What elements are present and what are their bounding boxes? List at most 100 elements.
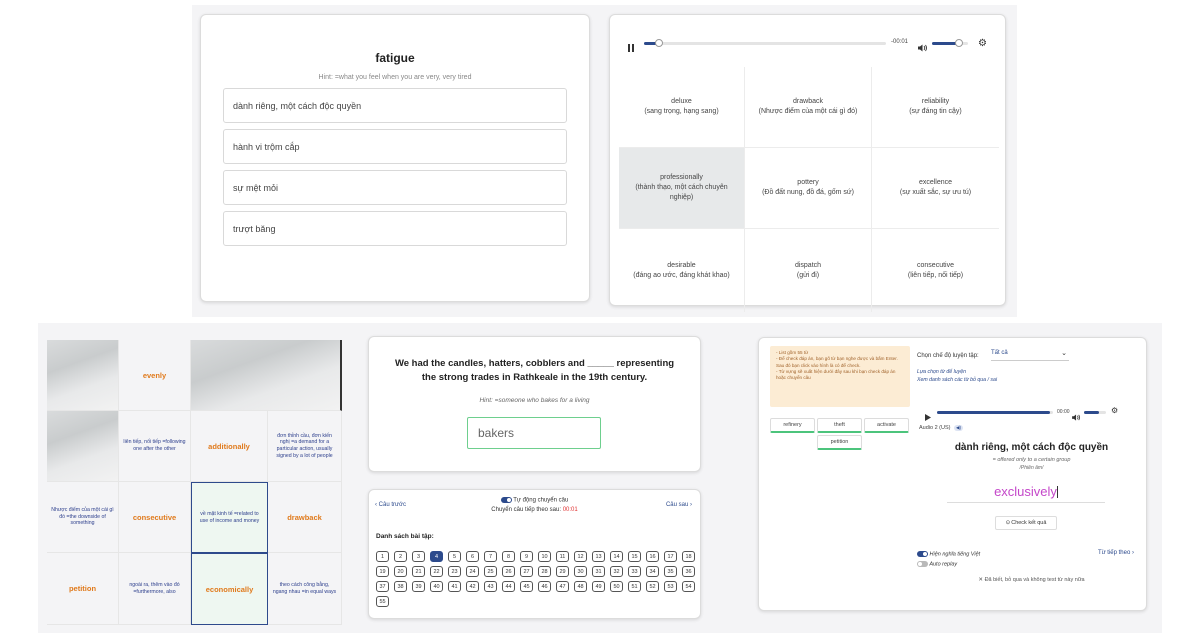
exercise-number-button[interactable]: 53 <box>664 581 677 592</box>
exercise-number-button[interactable]: 5 <box>448 551 461 562</box>
exercise-number-button[interactable]: 7 <box>484 551 497 562</box>
vocab-cell[interactable]: desirable (đáng ao ước, đáng khát khao) <box>619 229 745 312</box>
exercise-number-button[interactable]: 34 <box>646 566 659 577</box>
vocab-cell[interactable]: reliability (sự đáng tin cậy) <box>872 67 999 148</box>
exercise-number-button[interactable]: 37 <box>376 581 389 592</box>
seek-knob[interactable] <box>654 39 663 47</box>
auto-next-toggle[interactable] <box>500 497 512 503</box>
exercise-number-button[interactable]: 52 <box>646 581 659 592</box>
exercise-number-button[interactable]: 10 <box>538 551 551 562</box>
exercise-number-button[interactable]: 40 <box>430 581 443 592</box>
exercise-number-button[interactable]: 32 <box>610 566 623 577</box>
image-tile[interactable] <box>191 340 342 411</box>
exercise-number-button[interactable]: 42 <box>466 581 479 592</box>
match-definition[interactable]: đơn thỉnh cầu, đơn kiến nghị =a demand f… <box>268 411 342 482</box>
exercise-number-button[interactable]: 50 <box>610 581 623 592</box>
exercise-number-button[interactable]: 20 <box>394 566 407 577</box>
exercise-number-button[interactable]: 47 <box>556 581 569 592</box>
audio-seek-bar[interactable] <box>937 411 1053 414</box>
image-tile[interactable] <box>47 340 119 411</box>
exercise-number-button[interactable]: 6 <box>466 551 479 562</box>
audio-volume-bar[interactable] <box>1084 411 1106 414</box>
show-vn-toggle[interactable] <box>917 551 928 557</box>
match-word-additionally[interactable]: additionally <box>191 411 268 482</box>
answer-option-4[interactable]: trượt băng <box>223 211 567 246</box>
answer-input[interactable]: bakers <box>467 417 601 449</box>
exercise-number-button[interactable]: 3 <box>412 551 425 562</box>
match-word-consecutive[interactable]: consecutive <box>119 482 191 553</box>
exercise-number-button[interactable]: 13 <box>592 551 605 562</box>
settings-gear-icon[interactable]: ⚙ <box>1111 406 1118 415</box>
exercise-number-button[interactable]: 38 <box>394 581 407 592</box>
next-word-link[interactable]: Từ tiếp theo › <box>1098 550 1134 556</box>
next-button[interactable]: Câu sau › <box>666 502 692 508</box>
exercise-number-button[interactable]: 25 <box>484 566 497 577</box>
exercise-number-button[interactable]: 43 <box>484 581 497 592</box>
answer-option-1[interactable]: dành riêng, một cách độc quyền <box>223 88 567 123</box>
exercise-number-button[interactable]: 33 <box>628 566 641 577</box>
exercise-number-button[interactable]: 49 <box>592 581 605 592</box>
vocab-cell[interactable]: excellence (sự xuất sắc, sự ưu tú) <box>872 148 999 229</box>
volume-icon[interactable] <box>918 39 928 57</box>
auto-replay-toggle[interactable] <box>917 561 928 567</box>
choose-words-link[interactable]: Lựa chọn từ để luyện <box>917 369 966 375</box>
exercise-number-button[interactable]: 23 <box>448 566 461 577</box>
volume-bar[interactable] <box>932 39 968 47</box>
play-icon[interactable] <box>925 408 931 426</box>
exercise-number-button[interactable]: 17 <box>664 551 677 562</box>
exercise-number-button[interactable]: 26 <box>502 566 515 577</box>
vocab-cell[interactable]: consecutive (liên tiếp, nối tiếp) <box>872 229 999 312</box>
image-tile[interactable] <box>47 411 119 482</box>
settings-gear-icon[interactable]: ⚙ <box>978 38 987 49</box>
exercise-number-button[interactable]: 15 <box>628 551 641 562</box>
exercise-number-button[interactable]: 46 <box>538 581 551 592</box>
volume-knob[interactable] <box>955 39 963 47</box>
exercise-number-button[interactable]: 1 <box>376 551 389 562</box>
vocab-cell[interactable]: dispatch (gửi đi) <box>745 229 872 312</box>
exercise-number-button[interactable]: 2 <box>394 551 407 562</box>
word-chip[interactable]: theft <box>817 418 862 433</box>
exercise-number-button[interactable]: 18 <box>682 551 695 562</box>
vocab-cell[interactable]: pottery (Đồ đất nung, đồ đá, gốm sứ) <box>745 148 872 229</box>
exercise-number-button[interactable]: 51 <box>628 581 641 592</box>
exercise-number-button[interactable]: 48 <box>574 581 587 592</box>
word-chip[interactable]: refinery <box>770 418 815 433</box>
exercise-number-button[interactable]: 22 <box>430 566 443 577</box>
check-result-button[interactable]: ⊙ Check kết quả <box>995 516 1057 530</box>
exercise-number-button[interactable]: 24 <box>466 566 479 577</box>
answer-input[interactable]: exclusively <box>947 483 1105 503</box>
match-definition[interactable]: ngoài ra, thêm vào đó =furthermore, also <box>119 553 191 625</box>
exercise-number-button[interactable]: 12 <box>574 551 587 562</box>
exercise-number-button[interactable]: 9 <box>520 551 533 562</box>
speaker-icon[interactable]: ◀) <box>954 425 964 431</box>
exercise-number-button[interactable]: 45 <box>520 581 533 592</box>
exercise-number-button[interactable]: 21 <box>412 566 425 577</box>
skip-word-link[interactable]: ✕ Đã biết, bỏ qua và không test từ này n… <box>917 577 1146 583</box>
match-word-petition[interactable]: petition <box>47 553 119 625</box>
exercise-number-button[interactable]: 14 <box>610 551 623 562</box>
exercise-number-button[interactable]: 11 <box>556 551 569 562</box>
exercise-number-button[interactable]: 8 <box>502 551 515 562</box>
match-word-evenly[interactable]: evenly <box>119 340 191 411</box>
exercise-number-button[interactable]: 39 <box>412 581 425 592</box>
mode-select[interactable]: Tất cả ⌄ <box>991 350 1069 361</box>
exercise-number-button[interactable]: 19 <box>376 566 389 577</box>
match-word-drawback[interactable]: drawback <box>268 482 342 553</box>
exercise-number-button[interactable]: 16 <box>646 551 659 562</box>
exercise-number-button[interactable]: 28 <box>538 566 551 577</box>
pause-icon[interactable] <box>628 39 634 52</box>
answer-option-3[interactable]: sự mệt mỏi <box>223 170 567 205</box>
exercise-number-button[interactable]: 41 <box>448 581 461 592</box>
match-word-economically-selected[interactable]: economically <box>191 553 268 625</box>
match-definition[interactable]: Nhược điểm của một cái gì đó =the downsi… <box>47 482 119 553</box>
vocab-cell[interactable]: deluxe (sang trọng, hạng sang) <box>619 67 745 148</box>
vocab-cell[interactable]: professionally (thành thạo, một cách chuy… <box>619 148 745 229</box>
answer-option-2[interactable]: hành vi trộm cắp <box>223 129 567 164</box>
word-chip[interactable]: activate <box>864 418 909 433</box>
exercise-number-button[interactable]: 27 <box>520 566 533 577</box>
exercise-number-button[interactable]: 44 <box>502 581 515 592</box>
word-chip[interactable]: petition <box>817 435 862 450</box>
exercise-number-button[interactable]: 36 <box>682 566 695 577</box>
seek-bar[interactable] <box>644 39 886 47</box>
volume-icon[interactable] <box>1072 408 1081 426</box>
